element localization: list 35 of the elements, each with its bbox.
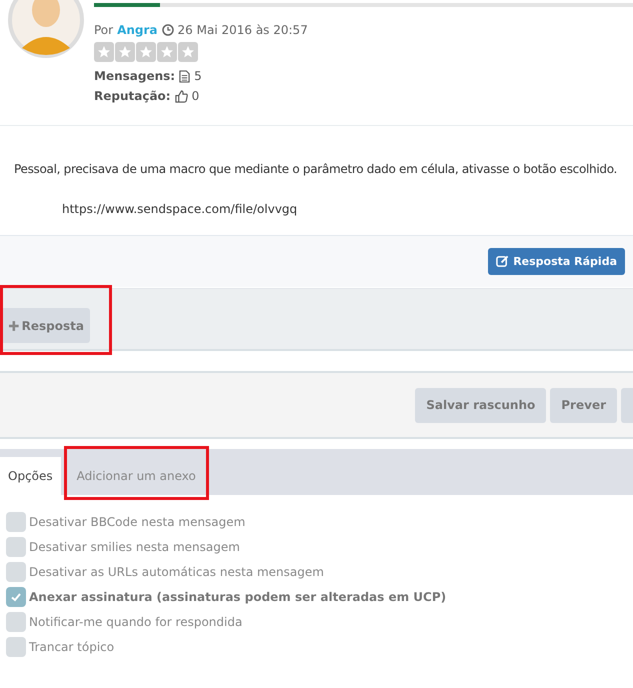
option-label: Desativar as URLs automáticas nesta mensagem (29, 564, 324, 578)
post-date: 26 Mai 2016 às 20:57 (178, 23, 308, 37)
stat-value: 5 (194, 69, 202, 83)
checkmark-icon (10, 590, 22, 602)
checkbox[interactable] (6, 512, 26, 532)
option-label: Desativar smilies nesta mensagem (29, 540, 240, 554)
plus-icon (9, 320, 19, 330)
option-label: Trancar tópico (29, 640, 114, 654)
post-text: Pessoal, precisava de uma macro que mediante o parâmetro dado em célula, ativasse o botão escolhido. (14, 162, 618, 176)
avatar-icon (8, 0, 84, 58)
author-link[interactable]: Angra (117, 23, 158, 37)
stat-label: Mensagens: (94, 69, 176, 83)
by-label: Por (94, 23, 114, 37)
checkbox[interactable] (6, 636, 26, 656)
option-label: Desativar BBCode nesta mensagem (29, 514, 246, 528)
option-label: Anexar assinatura (assinaturas podem ser alteradas em UCP) (29, 590, 446, 604)
stat-value: 0 (192, 89, 200, 103)
document-icon (179, 70, 190, 82)
clock-icon (162, 24, 174, 36)
checkbox[interactable] (6, 562, 26, 582)
option-label: Notificar-me quando for respondida (29, 614, 242, 628)
edit-icon (496, 255, 510, 268)
form-button[interactable]: Salvar rascunho (415, 388, 546, 422)
reply-button[interactable]: Resposta (0, 308, 90, 343)
thumbs-up-icon (174, 90, 188, 102)
checkbox[interactable] (6, 612, 26, 632)
checkbox[interactable] (6, 536, 26, 556)
form-button[interactable]: Prever (550, 388, 617, 422)
checkbox[interactable] (6, 586, 26, 606)
stat-label: Reputação: (94, 89, 171, 103)
tab[interactable]: Adicionar um anexo (68, 457, 204, 495)
quick-reply-button[interactable]: Resposta Rápida (488, 248, 625, 275)
tab[interactable]: Opções (0, 457, 61, 495)
button-edge[interactable] (621, 388, 633, 422)
post-link[interactable]: https://www.sendspace.com/file/olvvgq (62, 202, 619, 216)
